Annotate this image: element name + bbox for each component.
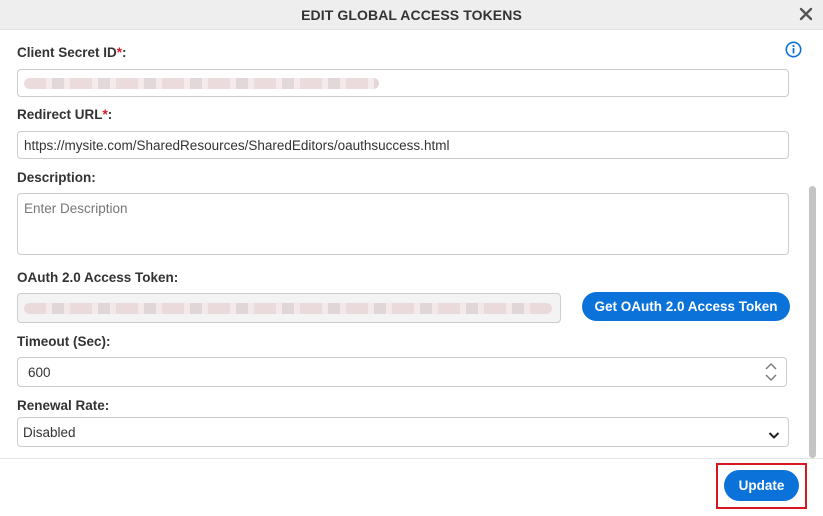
stepper-arrows-icon[interactable] (764, 361, 778, 383)
renewal-rate-select[interactable]: Disabled (17, 417, 789, 447)
update-button[interactable]: Update (724, 470, 799, 501)
renewal-rate-label: Renewal Rate: (17, 398, 110, 413)
scrollbar-thumb[interactable] (809, 186, 816, 458)
redirect-url-label-text: Redirect URL (17, 107, 103, 122)
client-secret-id-label-text: Client Secret ID (17, 45, 117, 60)
oauth-token-input[interactable] (17, 293, 561, 323)
client-secret-id-label: Client Secret ID*: (17, 45, 127, 60)
description-textarea[interactable]: Enter Description (17, 193, 789, 255)
client-secret-id-input[interactable] (17, 69, 789, 97)
oauth-token-label: OAuth 2.0 Access Token: (17, 270, 179, 285)
description-placeholder: Enter Description (24, 201, 128, 216)
redirect-url-value: https://mysite.com/SharedResources/Share… (24, 137, 450, 153)
timeout-label: Timeout (Sec): (17, 334, 111, 349)
info-icon[interactable] (785, 41, 802, 58)
obscured-value (24, 77, 379, 89)
label-suffix: : (107, 107, 113, 122)
dialog-title: EDIT GLOBAL ACCESS TOKENS (301, 6, 522, 23)
obscured-value (24, 302, 552, 314)
chevron-down-icon (768, 428, 780, 439)
get-oauth-token-button[interactable]: Get OAuth 2.0 Access Token (582, 292, 790, 321)
redirect-url-label: Redirect URL*: (17, 107, 112, 122)
footer-divider (0, 458, 823, 459)
description-label: Description: (17, 170, 96, 185)
close-icon[interactable] (798, 6, 814, 22)
dialog-header: EDIT GLOBAL ACCESS TOKENS (0, 0, 823, 30)
renewal-rate-value: Disabled (23, 424, 76, 440)
redirect-url-input[interactable]: https://mysite.com/SharedResources/Share… (17, 131, 789, 159)
scrollbar[interactable] (809, 186, 817, 458)
timeout-stepper[interactable]: 600 (17, 357, 787, 387)
timeout-value: 600 (28, 364, 51, 380)
label-suffix: : (122, 45, 127, 60)
